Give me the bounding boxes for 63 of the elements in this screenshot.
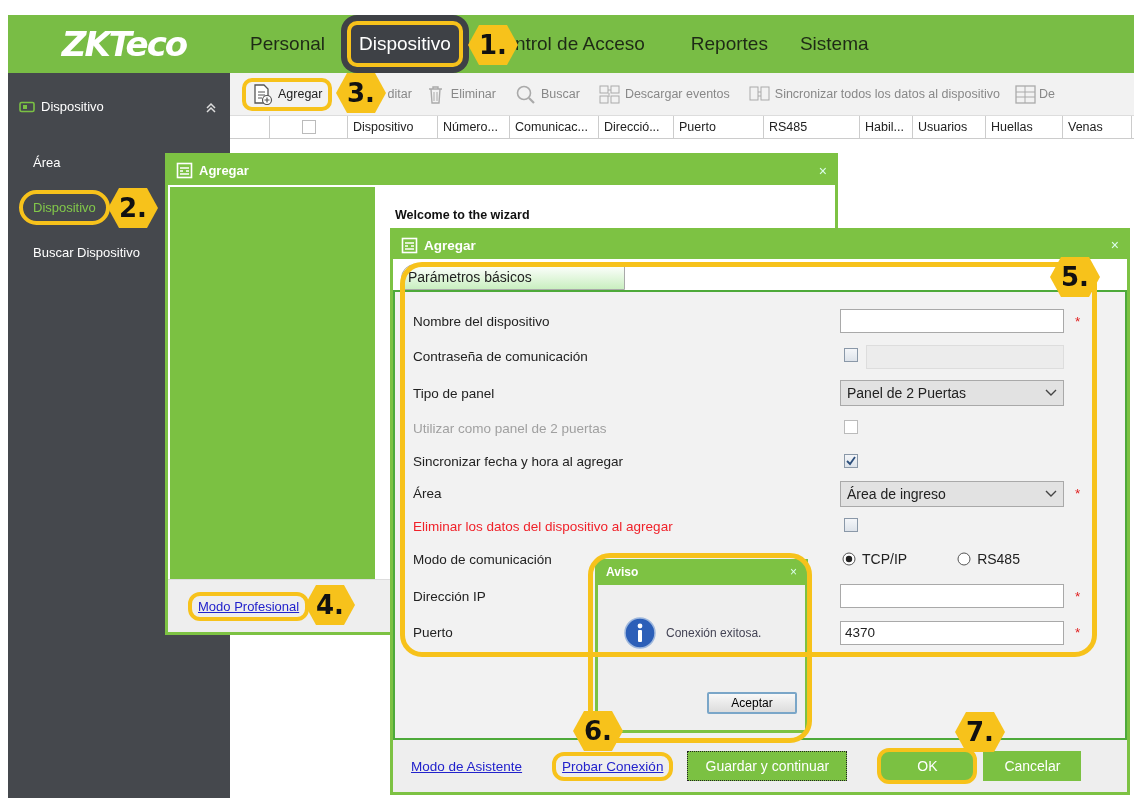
dialog-title: Agregar — [424, 237, 476, 253]
chevron-down-icon — [1045, 389, 1057, 397]
grid-arrows-icon — [598, 83, 620, 105]
checkbox[interactable] — [844, 517, 858, 532]
dropdown[interactable]: Área de ingreso — [840, 480, 1064, 507]
wizard-heading: Welcome to the wizard — [395, 208, 530, 222]
column-header[interactable]: Venas — [1063, 116, 1132, 138]
column-header[interactable]: Número... — [438, 116, 510, 138]
required-mark: * — [1075, 625, 1081, 640]
dialog-title: Aviso — [606, 565, 639, 579]
column-header[interactable]: Direcció... — [599, 116, 674, 138]
sidebar-item[interactable]: Área — [23, 149, 71, 176]
field-label: Sincronizar fecha y hora al agregar — [413, 454, 624, 469]
form-icon — [176, 162, 193, 179]
dropdown[interactable]: Panel de 2 Puertas — [840, 380, 1064, 406]
field-label: Utilizar como panel de 2 puertas — [413, 421, 607, 436]
toolbar-button[interactable]: Agregar — [242, 77, 333, 111]
required-mark: * — [1075, 486, 1081, 501]
link[interactable]: Modo de Asistente — [401, 751, 533, 781]
required-mark: * — [1075, 313, 1081, 329]
add-document-icon — [252, 83, 273, 105]
button[interactable]: Aceptar — [707, 692, 797, 714]
field-label: Dirección IP — [413, 588, 486, 604]
info-icon — [624, 617, 656, 649]
menu-item[interactable]: Dispositivo — [341, 15, 469, 73]
field-label: Tipo de panel — [413, 385, 495, 401]
device-icon — [19, 100, 35, 113]
checkbox[interactable] — [844, 454, 858, 468]
menu-item[interactable]: Sistema — [783, 15, 885, 73]
link[interactable]: Probar Conexión — [552, 751, 674, 781]
column-header[interactable]: Usuarios — [913, 116, 986, 138]
menu-item[interactable]: Reportes — [674, 15, 784, 73]
required-mark: * — [1075, 588, 1081, 604]
field-label: Eliminar los datos del dispositivo al agregar — [413, 518, 673, 534]
column-header[interactable]: RS485 — [764, 116, 860, 138]
table-icon — [1014, 83, 1036, 105]
checkbox[interactable] — [844, 348, 858, 362]
input-field[interactable]: 4370 — [840, 620, 1064, 645]
radio-option[interactable]: RS485 — [955, 551, 1020, 567]
section-title: Dispositivo — [41, 99, 105, 114]
radio-option[interactable]: TCP/IP — [840, 551, 908, 567]
field-label: Nombre del dispositivo — [413, 313, 550, 329]
form-icon — [401, 236, 418, 254]
column-header[interactable]: Habil... — [860, 116, 913, 138]
search-icon — [514, 83, 536, 105]
field-label: Puerto — [413, 625, 453, 640]
logo: ZKTeco — [61, 24, 187, 64]
input-field[interactable] — [840, 309, 1064, 333]
checkbox[interactable] — [301, 120, 316, 134]
column-header[interactable]: Huellas — [986, 116, 1063, 138]
chevron-down-icon — [1045, 489, 1057, 498]
column-header[interactable]: Puerto — [674, 116, 764, 138]
alert-message: Conexión exitosa. — [666, 626, 762, 640]
column-header[interactable]: Comunicac... — [510, 116, 599, 138]
link[interactable]: Modo Profesional — [188, 591, 310, 621]
sidebar-item[interactable]: Buscar Dispositivo — [23, 239, 150, 266]
input-field[interactable] — [840, 584, 1064, 608]
dialog-title: Agregar — [199, 163, 249, 178]
field-label: Modo de comunicación — [413, 551, 552, 567]
menu-item[interactable]: Personal — [240, 15, 341, 73]
column-header[interactable]: Dispositivo — [348, 116, 438, 138]
field-label: Contraseña de comunicación — [413, 349, 588, 364]
field-label: Área — [413, 486, 442, 501]
